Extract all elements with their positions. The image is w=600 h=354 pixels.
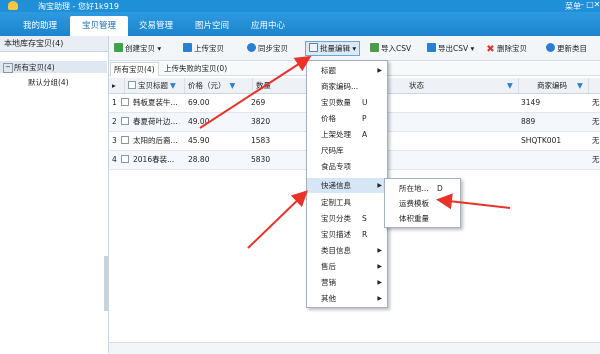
annotation-overlay [199,55,511,249]
annotation-arrow-freight [436,193,511,210]
annotation-arrow-express [247,190,308,249]
annotation-arrow-batch-edit [199,55,312,129]
